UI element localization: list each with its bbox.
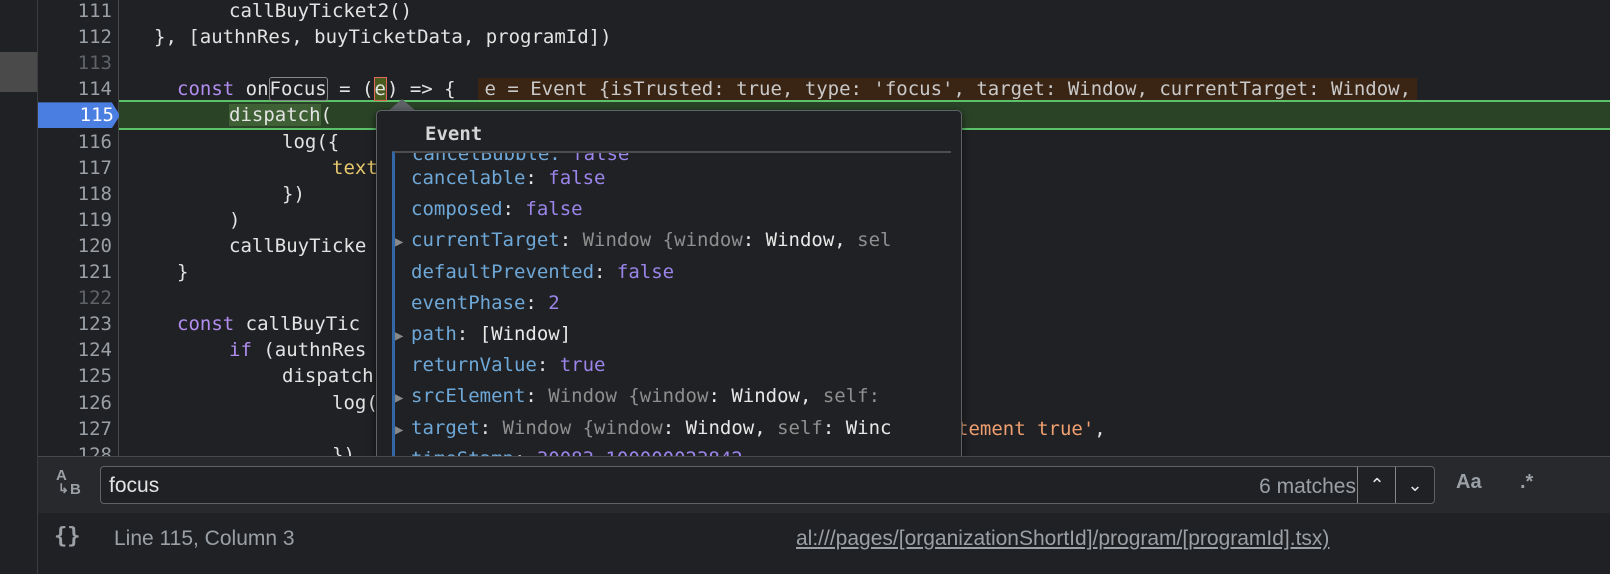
search-match: Focus [268, 77, 328, 102]
property-value: Window { [548, 385, 640, 408]
property-preview-value: : Window, [708, 385, 823, 408]
property-row: returnValue: true [411, 354, 606, 377]
inline-value: e = Event {isTrusted: true, type: 'focus… [478, 78, 1418, 101]
property-key: currentTarget [411, 229, 560, 252]
code-line: }, [authnRes, buyTicketData, programId]) [154, 26, 612, 49]
pretty-print-icon[interactable]: {} [54, 524, 81, 549]
line-number[interactable]: 112 [38, 24, 112, 50]
property-key: srcElement [411, 385, 526, 408]
keyword: const [177, 313, 235, 336]
property-preview-key: window [594, 416, 663, 439]
property-row: composed: false [411, 198, 583, 221]
property-preview-key: sel [857, 229, 892, 252]
property-value: false [525, 198, 583, 221]
left-panel-strip [0, 0, 38, 574]
line-number[interactable]: 114 [38, 76, 112, 102]
line-number[interactable]: 124 [38, 337, 112, 363]
keyword: const [177, 78, 235, 101]
property-row[interactable]: ▶ srcElement: Window {window: Window, sel… [395, 381, 880, 412]
string-literal: tement true' [957, 417, 1095, 440]
line-number[interactable]: 119 [38, 207, 112, 233]
line-number[interactable]: 116 [38, 129, 112, 155]
code-line: tement true', [957, 417, 1106, 440]
search-input[interactable] [107, 472, 1111, 500]
chevron-up-icon: ⌃ [1369, 475, 1385, 495]
property-key: path [411, 323, 457, 345]
line-number[interactable]: 122 [38, 285, 112, 311]
line-number[interactable]: 117 [38, 155, 112, 181]
expand-triangle-icon[interactable]: ▶ [395, 383, 411, 414]
property-row[interactable]: ▶ target: Window {window: Window, self: W… [395, 413, 891, 444]
property-key: composed [411, 198, 503, 221]
status-bar: {} Line 115, Column 3 al:///pages/[organ… [38, 513, 1610, 574]
property-value: Window { [502, 416, 595, 439]
property-key: eventPhase [411, 291, 526, 314]
property-key: cancelable [411, 167, 526, 189]
property-row[interactable]: ▶ path: [Window] [395, 319, 571, 350]
code-line: const onFocus = (e) => { e = Event {isTr… [119, 76, 1610, 102]
expand-triangle-icon[interactable]: ▶ [395, 415, 411, 446]
previous-match-button[interactable]: ⌃ [1357, 467, 1396, 503]
cursor-position: Line 115, Column 3 [114, 527, 295, 550]
popover-title: Event [425, 123, 483, 145]
property-preview-value: : Winc [822, 416, 892, 439]
line-number[interactable]: 120 [38, 233, 112, 259]
property-row[interactable]: ▶ currentTarget: Window {window: Window, … [395, 225, 891, 256]
line-number[interactable]: 111 [38, 0, 112, 24]
match-count: 6 matches [1259, 475, 1356, 498]
property-preview-key: window [639, 385, 709, 408]
property-key: target [411, 416, 480, 439]
property-key: returnValue [411, 354, 537, 377]
property-value: Window { [582, 229, 675, 252]
code-line: callBuyTicket2() [229, 0, 413, 22]
property-preview-value: : Window, [742, 229, 858, 252]
search-bar: A↳B 6 matches ⌃ ⌄ Aa .* [38, 456, 1610, 514]
property-value: 2 [548, 291, 560, 314]
property-value: false [616, 260, 675, 283]
property-value: [Window] [479, 323, 572, 345]
line-number[interactable]: 115 [38, 102, 120, 129]
property-key: defaultPrevented [411, 260, 595, 283]
line-number[interactable]: 127 [38, 416, 112, 442]
line-number[interactable]: 121 [38, 259, 112, 285]
left-panel-selection [0, 52, 37, 92]
line-number[interactable]: 126 [38, 390, 112, 416]
line-number[interactable]: 125 [38, 363, 112, 389]
property-preview-value: : Window, [662, 416, 778, 439]
source-link[interactable]: al:///pages/[organizationShortId]/progra… [796, 527, 1329, 551]
keyword: if [229, 339, 252, 362]
property-preview-key: self [777, 416, 823, 439]
property-row: defaultPrevented: false [411, 260, 675, 283]
line-number-gutter[interactable]: 111 112 113 114 115 116 117 118 119 120 121 122 123 1… [38, 0, 120, 466]
replace-toggle-icon[interactable]: A ↳ B [52, 467, 88, 503]
chevron-down-icon: ⌄ [1407, 475, 1423, 495]
regex-button[interactable]: .* [1520, 471, 1533, 494]
next-match-button[interactable]: ⌄ [1395, 467, 1434, 503]
line-number[interactable]: 118 [38, 181, 112, 207]
property-row: eventPhase: 2 [411, 291, 560, 314]
property-value: true [559, 354, 606, 377]
property-value: false [548, 167, 606, 189]
line-number[interactable]: 113 [38, 50, 112, 76]
property-row: cancelable: false [411, 167, 606, 189]
property-preview-key: window [674, 229, 743, 252]
match-case-button[interactable]: Aa [1456, 471, 1482, 494]
expand-triangle-icon[interactable]: ▶ [395, 227, 411, 258]
property: text [332, 156, 378, 179]
current-statement: dispatch [229, 104, 321, 127]
hovered-variable[interactable]: e [373, 77, 387, 102]
search-field[interactable]: 6 matches ⌃ ⌄ [100, 466, 1435, 504]
expand-triangle-icon[interactable]: ▶ [395, 321, 411, 352]
property-preview-key: self: [822, 385, 881, 408]
line-number[interactable]: 123 [38, 311, 112, 337]
